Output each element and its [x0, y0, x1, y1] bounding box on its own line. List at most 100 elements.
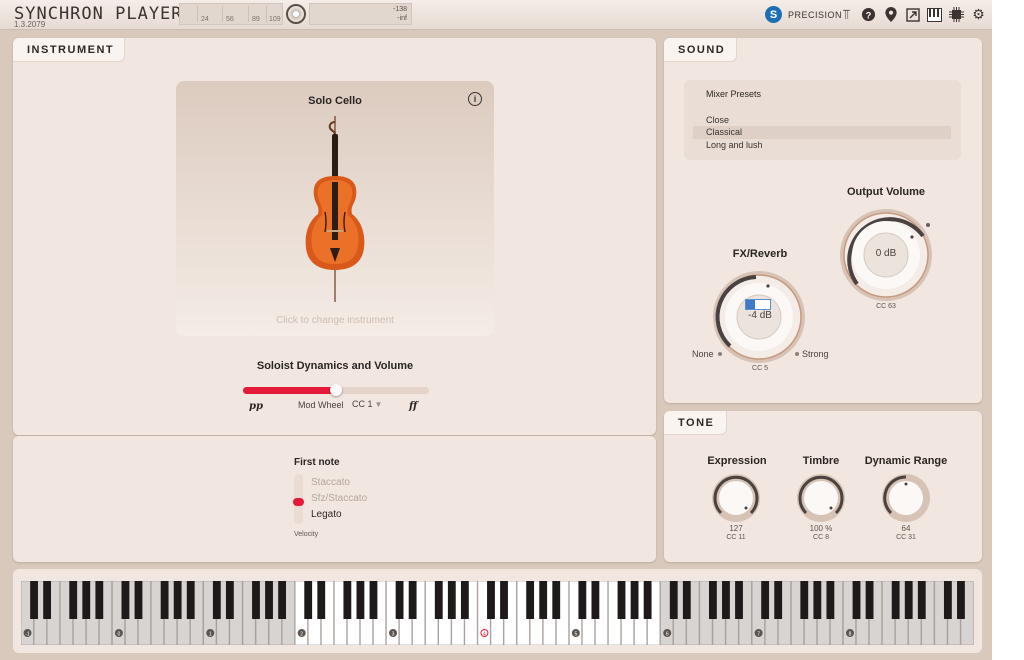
black-key[interactable]	[173, 581, 182, 619]
dynamics-slider[interactable]	[243, 384, 429, 396]
dynamics-title: Soloist Dynamics and Volume	[256, 360, 414, 372]
black-key[interactable]	[500, 581, 508, 619]
black-key[interactable]	[865, 581, 874, 619]
fx-reverb-min-dot	[718, 352, 722, 356]
level-bottom: -inf	[397, 15, 407, 22]
octave-label: 3	[392, 632, 395, 638]
black-key[interactable]	[43, 581, 52, 619]
piano-keys-icon[interactable]	[926, 6, 943, 23]
black-key[interactable]	[630, 581, 639, 619]
black-key[interactable]	[761, 581, 770, 619]
first-note-option-legato[interactable]: Legato	[311, 509, 342, 520]
black-key[interactable]	[265, 581, 273, 619]
black-key[interactable]	[643, 581, 652, 619]
black-key[interactable]	[852, 581, 861, 619]
black-key[interactable]	[813, 581, 822, 619]
black-key[interactable]	[917, 581, 926, 619]
black-key[interactable]	[708, 581, 717, 619]
expression-knob[interactable]	[710, 472, 762, 524]
first-note-option-staccato[interactable]: Staccato	[311, 477, 350, 488]
svg-text:?: ?	[866, 10, 872, 20]
precision-mode-button[interactable]: S PRECISION	[765, 6, 842, 23]
octave-label: 5	[574, 632, 577, 638]
first-note-option-sfz-staccato[interactable]: Sfz/Staccato	[311, 493, 367, 504]
black-key[interactable]	[212, 581, 221, 619]
black-key[interactable]	[225, 581, 234, 619]
black-key[interactable]	[800, 581, 809, 619]
first-note-selector-thumb[interactable]	[293, 498, 304, 506]
black-key[interactable]	[160, 581, 169, 619]
black-key[interactable]	[591, 581, 600, 619]
piano-keyboard[interactable]: -1 0 1 2 3 4 5 6 7 8	[21, 581, 974, 645]
instrument-card[interactable]: Solo Cello i Click to change instrument	[176, 81, 494, 336]
black-key[interactable]	[669, 581, 678, 619]
sound-tab[interactable]: SOUND	[664, 38, 737, 62]
timbre-label: Timbre	[802, 455, 840, 467]
black-key[interactable]	[552, 581, 561, 619]
black-key[interactable]	[957, 581, 965, 619]
black-key[interactable]	[30, 581, 38, 619]
gear-icon[interactable]: ⚙	[970, 6, 987, 23]
dynamic-range-value: 64	[901, 524, 911, 533]
disk-activity-icon[interactable]	[286, 4, 306, 24]
black-key[interactable]	[369, 581, 378, 619]
preset-item[interactable]: Long and lush	[693, 139, 951, 152]
black-key[interactable]	[69, 581, 78, 619]
black-key[interactable]	[774, 581, 783, 619]
black-key[interactable]	[121, 581, 130, 619]
cpu-chip-icon[interactable]	[948, 6, 965, 23]
black-key[interactable]	[356, 581, 365, 619]
black-key[interactable]	[682, 581, 691, 619]
black-key[interactable]	[460, 581, 469, 619]
location-pin-icon[interactable]	[882, 6, 899, 23]
meter-tick-label: 24	[201, 16, 209, 23]
black-key[interactable]	[722, 581, 730, 619]
black-key[interactable]	[891, 581, 900, 619]
level-top: -138	[392, 6, 407, 13]
dynamics-slider-thumb[interactable]	[330, 384, 342, 396]
octave-label: 4	[483, 632, 486, 638]
black-key[interactable]	[304, 581, 313, 619]
black-key[interactable]	[252, 581, 260, 619]
mixer-presets-title: Mixer Presets	[706, 89, 762, 99]
expression-label: Expression	[707, 455, 767, 467]
mixer-presets-list: Mixer Presets Close Classical Long and l…	[684, 80, 961, 160]
meter-tick-label: 89	[252, 16, 260, 23]
dynamic-range-cc: CC 31	[896, 534, 916, 541]
black-key[interactable]	[578, 581, 587, 619]
black-key[interactable]	[278, 581, 287, 619]
black-key[interactable]	[434, 581, 443, 619]
info-icon[interactable]: i	[468, 92, 482, 106]
black-key[interactable]	[395, 581, 404, 619]
fx-reverb-max-label: Strong	[802, 349, 829, 359]
cc-select-dropdown[interactable]: CC 1 ▼	[352, 399, 382, 409]
black-key[interactable]	[487, 581, 495, 619]
tone-tab[interactable]: TONE	[664, 411, 727, 435]
fx-reverb-value-editor[interactable]	[745, 299, 771, 310]
preset-item-selected[interactable]: Classical	[693, 126, 951, 139]
black-key[interactable]	[826, 581, 835, 619]
fx-reverb-cc: CC 5	[752, 365, 768, 372]
black-key[interactable]	[134, 581, 143, 619]
help-icon[interactable]: ?	[860, 6, 877, 23]
black-key[interactable]	[95, 581, 104, 619]
black-key[interactable]	[447, 581, 456, 619]
resize-icon[interactable]	[904, 6, 921, 23]
black-key[interactable]	[539, 581, 548, 619]
instrument-tab[interactable]: INSTRUMENT	[13, 38, 125, 62]
black-key[interactable]	[82, 581, 91, 619]
black-key[interactable]	[317, 581, 326, 619]
black-key[interactable]	[904, 581, 913, 619]
dynamic-range-knob[interactable]	[880, 472, 932, 524]
timbre-knob[interactable]	[795, 472, 847, 524]
black-key[interactable]	[408, 581, 417, 619]
cc-select-value: CC 1	[352, 399, 373, 409]
black-key[interactable]	[735, 581, 743, 619]
tuning-fork-icon[interactable]: ⫪	[838, 6, 855, 23]
black-key[interactable]	[943, 581, 952, 619]
fx-reverb-min-label: None	[692, 349, 714, 359]
black-key[interactable]	[186, 581, 195, 619]
black-key[interactable]	[617, 581, 626, 619]
black-key[interactable]	[343, 581, 352, 619]
black-key[interactable]	[526, 581, 535, 619]
